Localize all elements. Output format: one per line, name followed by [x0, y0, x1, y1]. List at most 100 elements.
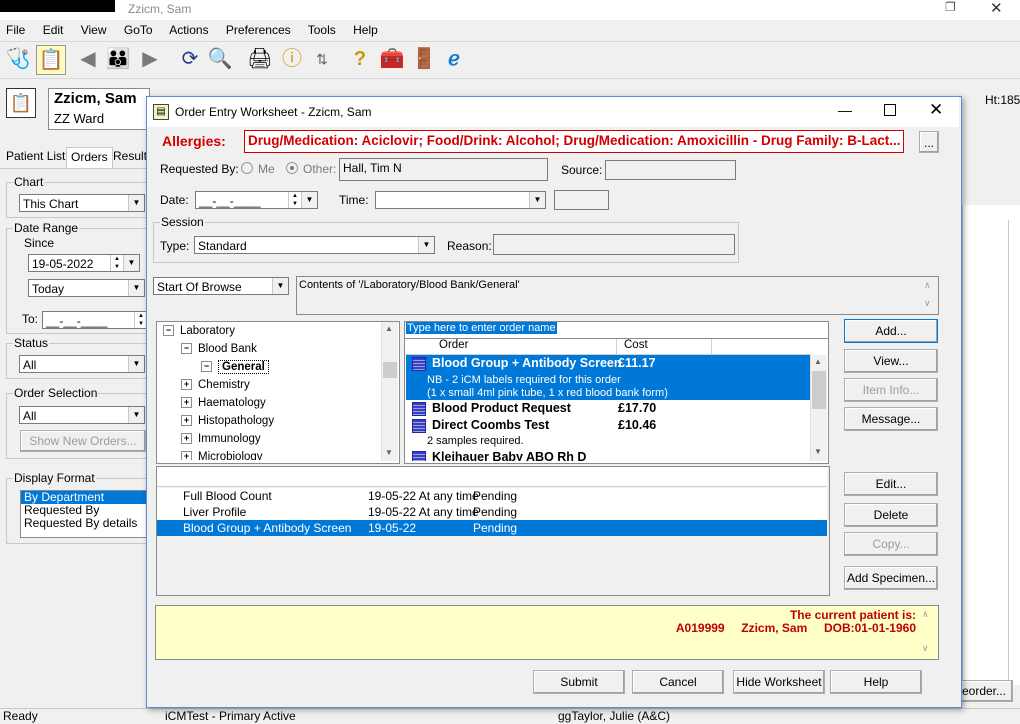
sort-icon[interactable]: ⇅ [308, 45, 336, 73]
submit-button[interactable]: Submit [533, 670, 625, 694]
collapse-icon[interactable]: − [201, 361, 212, 373]
refresh-icon[interactable]: ⟳ [176, 45, 204, 73]
show-new-orders-button[interactable]: Show New Orders... [20, 430, 146, 452]
tree-item-laboratory[interactable]: − Laboratory [163, 322, 235, 340]
chevron-up-icon[interactable]: ▲ [814, 357, 822, 366]
other-input[interactable]: Hall, Tim N [339, 158, 548, 181]
order-row[interactable]: Blood Group + Antibody Screen £11.17 [406, 355, 810, 372]
copy-button[interactable]: Copy... [844, 532, 938, 556]
menu-file[interactable]: File [6, 23, 25, 37]
today-select[interactable]: Today ▼ [28, 279, 145, 297]
scroll-thumb[interactable] [383, 362, 397, 378]
status-select[interactable]: All ▼ [19, 355, 145, 373]
type-select[interactable]: Standard ▼ [194, 236, 435, 254]
item-info-button[interactable]: Item Info... [844, 378, 938, 402]
time-extra-input[interactable] [554, 190, 609, 210]
cancel-button[interactable]: Cancel [632, 670, 724, 694]
tree-item-immunology[interactable]: + Immunology [181, 430, 261, 448]
chevron-up-icon[interactable]: ∧ [924, 280, 931, 291]
tree-item-general[interactable]: − General [201, 358, 269, 376]
scroll-thumb[interactable] [812, 371, 826, 409]
me-radio[interactable] [241, 162, 253, 174]
back-arrow-icon[interactable]: ◀ [74, 45, 102, 73]
chart-select[interactable]: This Chart ▼ [19, 194, 145, 212]
add-specimen-button[interactable]: Add Specimen... [844, 566, 938, 590]
view-button[interactable]: View... [844, 349, 938, 373]
maximize-icon[interactable] [884, 104, 896, 116]
worklist-row[interactable]: Liver Profile 19-05-22 At any time Pendi… [157, 504, 827, 521]
tools-icon[interactable]: 🧰 [378, 45, 406, 73]
chevron-down-icon[interactable]: ▼ [301, 192, 317, 208]
menu-view[interactable]: View [81, 23, 107, 37]
printer-icon[interactable]: 🖨 [246, 45, 274, 73]
close-icon[interactable]: ✕ [990, 0, 1003, 17]
orders-icon[interactable]: 📋 [36, 45, 66, 75]
source-input[interactable] [605, 160, 736, 180]
collapse-icon[interactable]: − [181, 343, 192, 355]
time-select[interactable]: ▼ [375, 191, 546, 209]
chevron-down-icon[interactable]: ▼ [385, 448, 393, 457]
order-selection-select[interactable]: All ▼ [19, 406, 145, 424]
chevron-down-icon[interactable]: ▼ [128, 356, 144, 372]
tab-patient-list[interactable]: Patient List [6, 149, 65, 163]
chevron-down-icon[interactable]: ▼ [128, 195, 144, 211]
chevron-down-icon[interactable]: ▼ [272, 278, 288, 294]
menu-edit[interactable]: Edit [43, 23, 64, 37]
browse-select[interactable]: Start Of Browse ▼ [153, 277, 289, 295]
date-input[interactable]: __-__-____ ▼ ▲ ▼ [195, 191, 318, 209]
collapse-icon[interactable]: − [163, 325, 174, 337]
close-icon[interactable]: ✕ [929, 100, 943, 120]
menu-tools[interactable]: Tools [308, 23, 336, 37]
search-icon[interactable]: 🔍 [206, 45, 234, 73]
allergies-more-button[interactable]: ... [919, 131, 939, 153]
orders-scrollbar[interactable]: ▲ ▼ [810, 355, 827, 461]
chevron-down-icon[interactable]: ▼ [529, 192, 545, 208]
spin-icon[interactable]: ▲ ▼ [110, 255, 123, 271]
worklist-row-selected[interactable]: Blood Group + Antibody Screen 19-05-22 P… [157, 520, 827, 536]
tree-item-chemistry[interactable]: + Chemistry [181, 376, 250, 394]
minimize-icon[interactable]: — [838, 102, 852, 118]
chevron-down-icon[interactable]: ▼ [123, 255, 139, 271]
expand-icon[interactable]: + [181, 451, 192, 460]
help-question-icon[interactable]: ? [346, 45, 374, 73]
people-icon[interactable]: 👪 [104, 45, 132, 73]
other-radio[interactable] [286, 162, 298, 174]
order-row[interactable]: Direct Coombs Test £10.46 [406, 417, 810, 434]
chevron-down-icon[interactable]: ∨ [922, 643, 929, 654]
menu-help[interactable]: Help [353, 23, 378, 37]
display-format-list[interactable]: By Department Requested By Requested By … [20, 490, 148, 538]
chevron-up-icon[interactable]: ▲ [385, 324, 393, 333]
browser-icon[interactable]: ℯ [440, 45, 468, 73]
expand-icon[interactable]: + [181, 379, 192, 391]
tree-item-blood-bank[interactable]: − Blood Bank [181, 340, 257, 358]
patient-list-icon[interactable]: 🩺 [4, 45, 32, 73]
delete-button[interactable]: Delete [844, 503, 938, 527]
hide-worksheet-button[interactable]: Hide Worksheet [733, 670, 825, 694]
chevron-down-icon[interactable]: ∨ [924, 298, 931, 309]
reason-input[interactable] [493, 234, 735, 255]
tree-item-haematology[interactable]: + Haematology [181, 394, 266, 412]
expand-icon[interactable]: + [181, 397, 192, 409]
expand-icon[interactable]: + [181, 415, 192, 427]
edit-button[interactable]: Edit... [844, 472, 938, 496]
menu-actions[interactable]: Actions [169, 23, 208, 37]
add-button[interactable]: Add... [844, 319, 938, 343]
col-cost[interactable]: Cost [624, 339, 648, 351]
restore-icon[interactable]: ❐ [945, 0, 956, 14]
order-row[interactable]: Kleihauer Baby ABO Rh D [406, 449, 810, 461]
message-button[interactable]: Message... [844, 407, 938, 431]
spin-icon[interactable]: ▲ ▼ [288, 192, 301, 208]
chevron-down-icon[interactable]: ▼ [418, 237, 434, 253]
chevron-down-icon[interactable]: ▼ [128, 280, 144, 296]
col-order[interactable]: Order [439, 339, 468, 351]
chevron-down-icon[interactable]: ▼ [128, 407, 144, 423]
tree-item-microbiology[interactable]: + Microbiology [181, 448, 263, 460]
tree-scrollbar[interactable]: ▲ ▼ [381, 322, 398, 461]
tree-item-histopathology[interactable]: + Histopathology [181, 412, 274, 430]
info-icon[interactable]: ⓘ [278, 45, 306, 73]
worklist-row[interactable]: Full Blood Count 19-05-22 At any time Pe… [157, 488, 827, 505]
menu-goto[interactable]: GoTo [124, 23, 153, 37]
order-row[interactable]: Blood Product Request £17.70 [406, 400, 810, 417]
menu-preferences[interactable]: Preferences [226, 23, 291, 37]
tab-orders[interactable]: Orders [66, 147, 113, 168]
